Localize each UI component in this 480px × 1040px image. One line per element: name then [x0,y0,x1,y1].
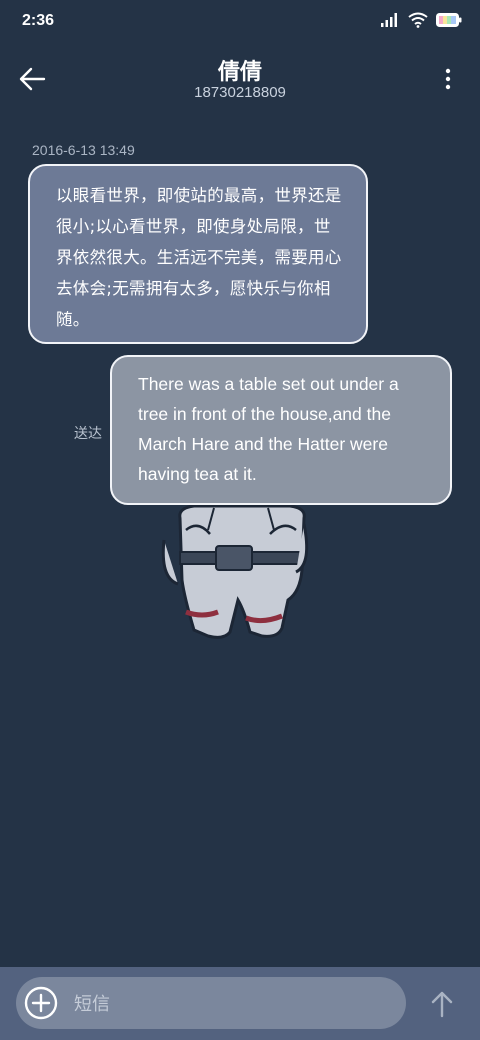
wifi-icon [408,12,428,28]
message-timestamp: 2016-6-13 13:49 [32,142,135,158]
signal-icon [381,13,397,27]
plus-circle-icon[interactable] [24,986,58,1020]
outgoing-message-bubble[interactable]: There was a table set out under a tree i… [110,355,452,505]
composer-bar [0,967,480,1040]
status-bar: 2:36 [0,0,480,40]
battery-icon [436,13,462,27]
incoming-message-text: 以眼看世界，即使站的最高，世界还是很小;以心看世界，即使身处局限，世界依然很大。… [56,186,342,329]
status-time: 2:36 [22,12,55,29]
contact-phone-number: 18730218809 [194,84,286,101]
sms-conversation-screen: 2:36 倩倩 18730218809 2016-6-13 13:49 以眼看世… [0,0,480,1040]
sms-input[interactable] [72,985,396,1023]
status-icons [380,12,462,28]
more-vertical-icon[interactable] [438,64,458,94]
conversation-header: 倩倩 18730218809 [0,50,480,110]
send-arrow-up-icon[interactable] [428,989,456,1019]
contact-name: 倩倩 [217,60,262,85]
astronaut-illustration [161,504,309,639]
incoming-message-bubble[interactable]: 以眼看世界，即使站的最高，世界还是很小;以心看世界，即使身处局限，世界依然很大。… [28,164,368,344]
delivery-status: 送达 [74,426,102,442]
composer-input-container [16,977,406,1029]
outgoing-message-text: There was a table set out under a tree i… [138,374,399,484]
